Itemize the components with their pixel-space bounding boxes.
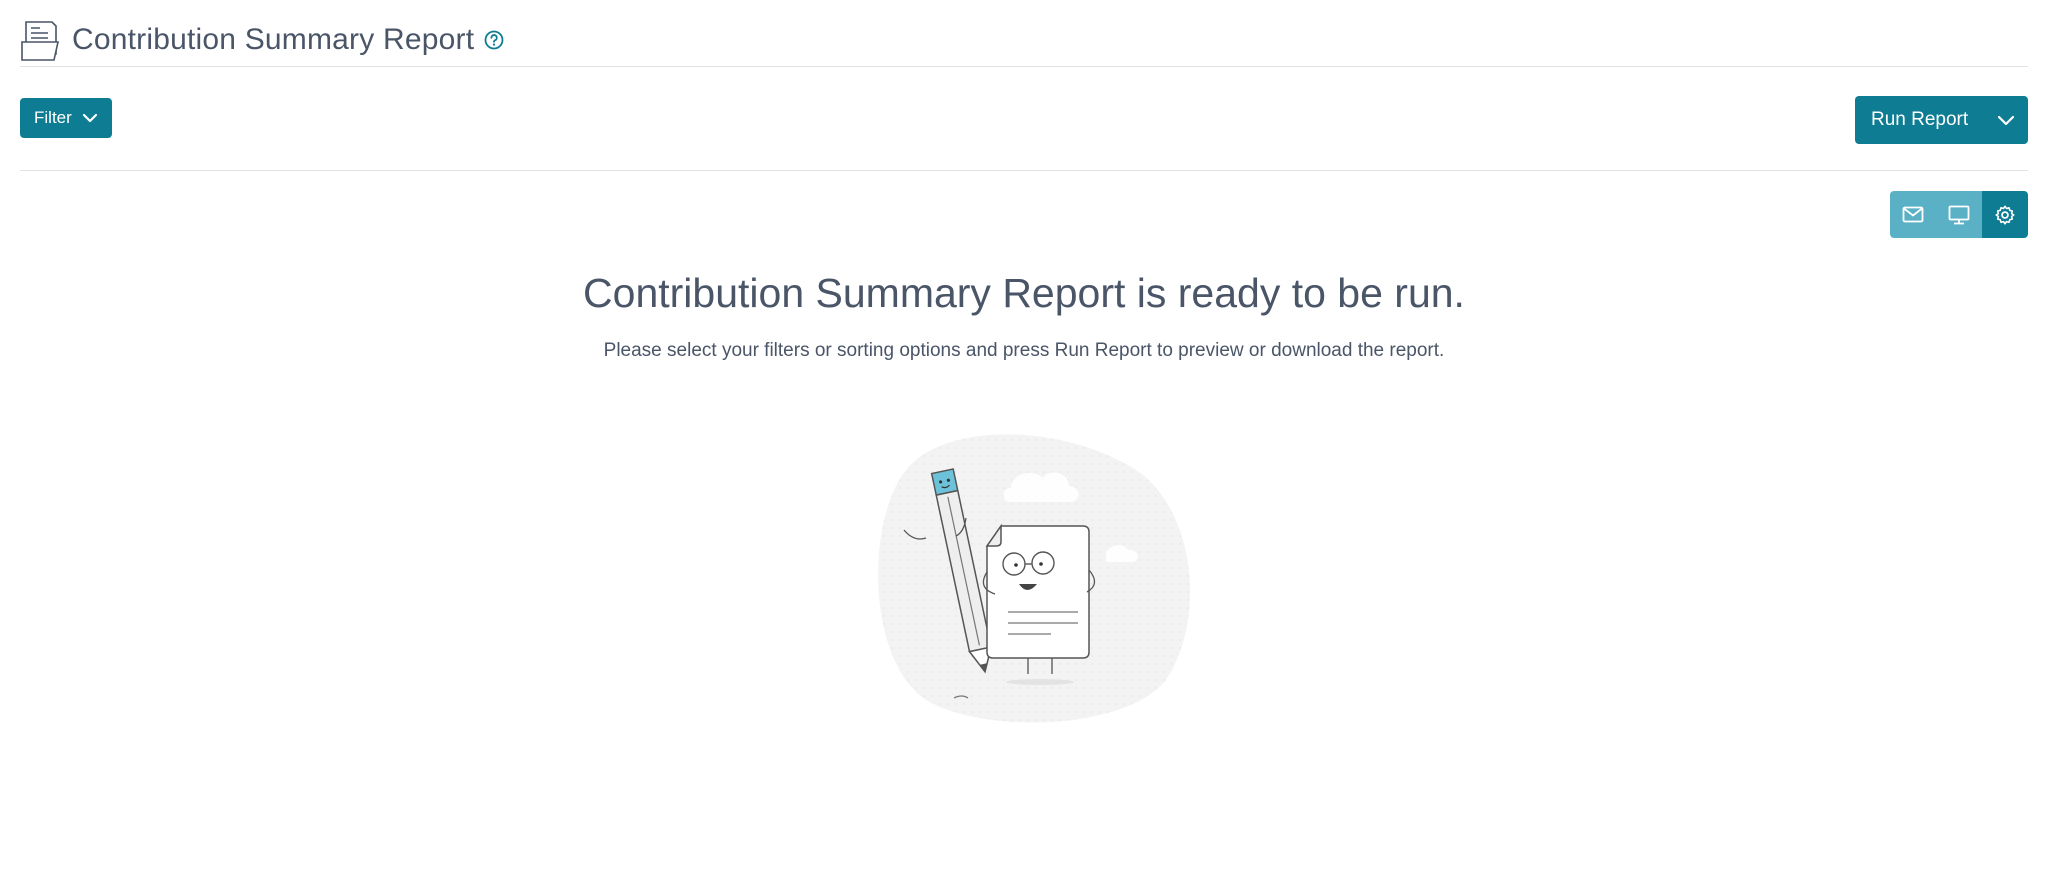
envelope-icon	[1902, 206, 1924, 223]
chevron-down-icon	[82, 113, 97, 123]
monitor-icon	[1948, 205, 1970, 224]
view-options-group	[1890, 191, 2028, 238]
page-title: Contribution Summary Report	[72, 23, 475, 56]
run-report-dropdown-toggle[interactable]	[1984, 115, 2028, 126]
question-circle-icon[interactable]	[484, 30, 504, 50]
gear-icon	[1995, 205, 2015, 225]
report-pages-icon	[21, 21, 59, 61]
chevron-down-icon	[1997, 115, 2015, 125]
filter-label: Filter	[34, 108, 72, 127]
settings-view-button[interactable]	[1982, 191, 2028, 238]
ready-heading: Contribution Summary Report is ready to …	[583, 270, 1465, 316]
report-toolbar: Filter Run Report	[20, 96, 2028, 171]
page-header: Contribution Summary Report	[20, 14, 2028, 67]
ready-instructions: Please select your filters or sorting op…	[603, 340, 1445, 361]
run-report-label: Run Report	[1871, 109, 1969, 130]
pencil-and-document-illustration	[878, 434, 1190, 723]
filter-button[interactable]: Filter	[20, 98, 112, 138]
screen-view-button[interactable]	[1936, 191, 1982, 238]
run-report-button[interactable]: Run Report	[1855, 96, 2028, 144]
email-view-button[interactable]	[1890, 191, 1936, 238]
